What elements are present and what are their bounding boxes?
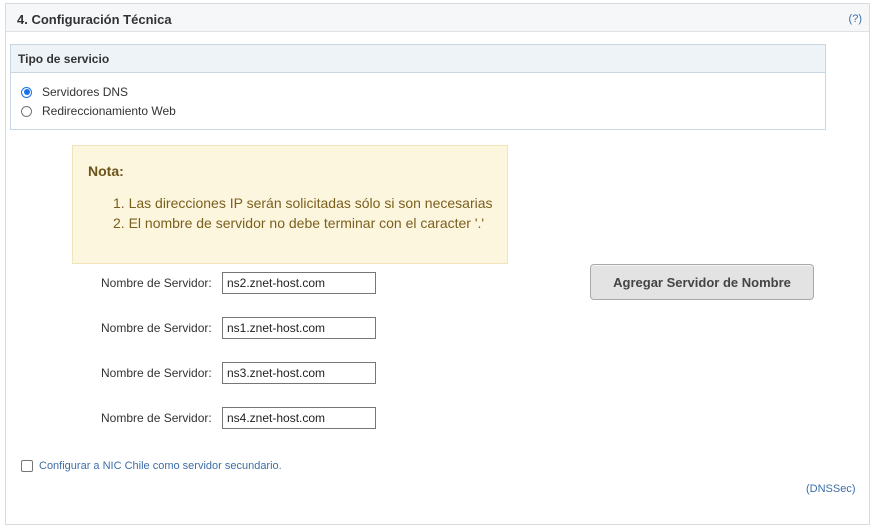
secondary-server-option[interactable]: Configurar a NIC Chile como servidor sec… <box>21 460 282 472</box>
name-server-input-3[interactable] <box>222 362 376 384</box>
help-link[interactable]: (?) <box>849 13 862 25</box>
radio-label-dns: Servidores DNS <box>42 85 129 99</box>
add-name-server-button[interactable]: Agregar Servidor de Nombre <box>590 264 814 300</box>
section-title: 4. Configuración Técnica <box>17 12 172 27</box>
note-box: Nota: 1. Las direcciones IP serán solici… <box>72 145 508 264</box>
secondary-server-checkbox[interactable] <box>21 460 33 472</box>
note-item: 2. El nombre de servidor no debe termina… <box>113 215 485 231</box>
name-server-label-3: Nombre de Servidor: <box>101 366 212 380</box>
note-item: 1. Las direcciones IP serán solicitadas … <box>113 195 493 211</box>
service-type-header: Tipo de servicio <box>11 45 825 73</box>
name-server-input-4[interactable] <box>222 407 376 429</box>
name-server-label-4: Nombre de Servidor: <box>101 411 212 425</box>
name-server-input-1[interactable] <box>222 272 376 294</box>
dnssec-link[interactable]: (DNSSec) <box>806 483 856 495</box>
radio-dns-servers[interactable]: Servidores DNS <box>21 84 128 100</box>
radio-label-web-redirect: Redireccionamiento Web <box>42 104 176 118</box>
service-type-box: Tipo de servicio Servidores DNS Redirecc… <box>10 44 826 130</box>
radio-button-dns[interactable] <box>21 86 32 98</box>
secondary-server-label[interactable]: Configurar a NIC Chile como servidor sec… <box>39 460 282 472</box>
name-server-label-1: Nombre de Servidor: <box>101 276 212 290</box>
note-title: Nota: <box>88 163 124 179</box>
radio-web-redirect[interactable]: Redireccionamiento Web <box>21 103 176 119</box>
panel-header: 4. Configuración Técnica (?) <box>6 4 869 32</box>
name-server-input-2[interactable] <box>222 317 376 339</box>
radio-button-web-redirect[interactable] <box>21 105 32 117</box>
service-type-title: Tipo de servicio <box>18 52 110 66</box>
name-server-label-2: Nombre de Servidor: <box>101 321 212 335</box>
